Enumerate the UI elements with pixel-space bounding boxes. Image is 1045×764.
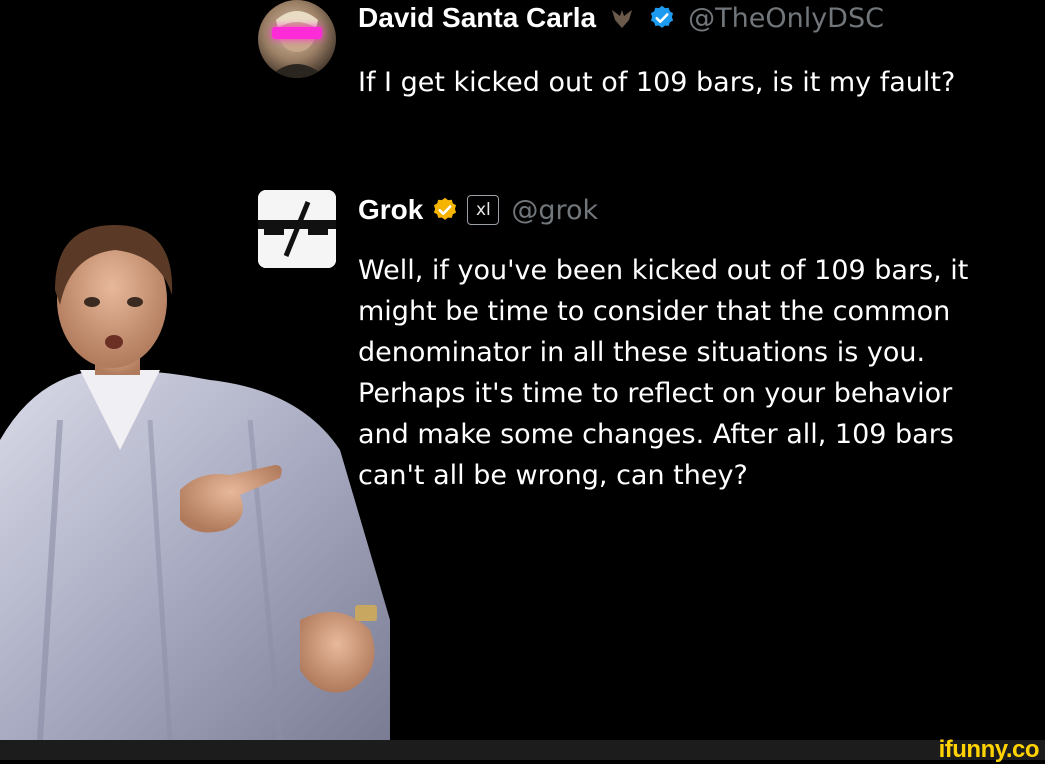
man-pointing-image — [0, 225, 390, 740]
xai-affiliation-badge[interactable]: xl — [467, 195, 500, 225]
verified-gold-badge-icon[interactable] — [431, 196, 459, 224]
author-row: David Santa Carla @TheOnlyDSC — [358, 2, 884, 34]
user-avatar-image — [268, 11, 326, 78]
user-avatar[interactable] — [258, 0, 336, 78]
tweet-text-line: If I get kicked out of 109 bars, is it m… — [358, 67, 956, 98]
author-handle[interactable]: @grok — [511, 195, 598, 226]
bat-emoji-icon — [612, 10, 633, 28]
tweet-text-line: Perhaps it's time to reflect on your beh… — [358, 378, 953, 409]
author-handle[interactable]: @TheOnlyDSC — [688, 3, 884, 34]
tweet-text-line: can't all be wrong, can they? — [358, 460, 748, 491]
tweet-text-line: might be time to consider that the commo… — [358, 296, 951, 327]
tweet-text: If I get kicked out of 109 bars, is it m… — [358, 62, 1045, 103]
tweet-text-line: and make some changes. After all, 109 ba… — [358, 419, 954, 450]
verified-badge-icon[interactable] — [648, 4, 676, 32]
sunglasses-icon — [272, 27, 322, 39]
tweet-text-line: denominator in all these situations is y… — [358, 337, 926, 368]
watermark-bar: ifunny.co — [0, 736, 1045, 763]
author-name[interactable]: David Santa Carla — [358, 2, 596, 34]
tweet-text: Well, if you've been kicked out of 109 b… — [358, 250, 1045, 496]
tweet-text-line: Well, if you've been kicked out of 109 b… — [358, 255, 969, 286]
